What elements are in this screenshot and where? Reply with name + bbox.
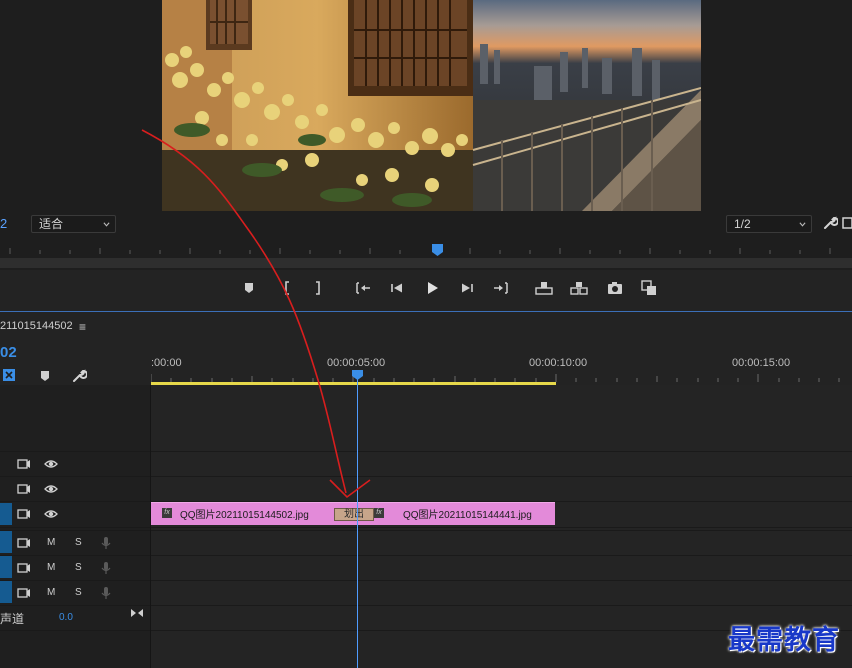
video-track-3-eye-icon[interactable] xyxy=(44,457,58,471)
monitor-left-label: 2 xyxy=(0,216,8,231)
timeline-timecode[interactable]: 02 xyxy=(0,344,17,361)
video-clip-1[interactable]: fx QQ图片20211015144502.jpg xyxy=(151,502,357,525)
resolution-select-value: 1/2 xyxy=(734,217,751,231)
monitor-time-ruler[interactable] xyxy=(0,240,852,260)
comparison-view-icon xyxy=(641,280,656,295)
track-divider xyxy=(0,630,852,631)
audio-track-2-mic-icon[interactable] xyxy=(99,561,113,575)
comparison-view-button[interactable] xyxy=(640,279,658,297)
mark-in-button[interactable] xyxy=(278,279,296,297)
clip-name: QQ图片20211015144441.jpg xyxy=(403,510,532,521)
go-to-in-icon xyxy=(356,282,370,294)
audio-track-3-target[interactable] xyxy=(0,581,12,603)
audio-track-1-mic-icon[interactable] xyxy=(99,536,113,550)
monitor-extra-icon[interactable] xyxy=(842,215,852,231)
audio-track-2-sync-icon[interactable] xyxy=(17,561,31,575)
go-to-out-button[interactable] xyxy=(492,279,510,297)
program-monitor: 2 适合 1/2 xyxy=(0,0,852,270)
video-track-3-sync-icon[interactable] xyxy=(17,457,31,471)
snap-icon xyxy=(3,369,15,381)
master-track-label: 声道 xyxy=(0,612,25,626)
playhead-handle[interactable] xyxy=(352,370,363,380)
chevron-down-icon xyxy=(103,222,110,227)
audio-track-1-solo-button[interactable]: S xyxy=(75,537,82,548)
monitor-settings-wrench-icon[interactable] xyxy=(822,215,838,231)
marker-icon xyxy=(41,371,49,381)
video-clip-2[interactable]: fx QQ图片20211015144441.jpg xyxy=(357,502,555,525)
audio-track-1-mute-button[interactable]: M xyxy=(47,537,55,548)
audio-track-3-solo-button[interactable]: S xyxy=(75,587,82,598)
track-divider xyxy=(0,476,852,477)
track-divider xyxy=(0,605,852,606)
watermark-logo: 最需教育 xyxy=(728,625,840,656)
header-separator xyxy=(150,385,151,668)
audio-track-2-solo-button[interactable]: S xyxy=(75,562,82,573)
master-volume-value[interactable]: 0.0 xyxy=(59,612,73,623)
clip-name: QQ图片20211015144502.jpg xyxy=(180,510,309,521)
timeline-settings-button[interactable] xyxy=(71,368,87,384)
video-track-2-eye-icon[interactable] xyxy=(44,482,58,496)
track-divider xyxy=(0,451,852,452)
video-track-1-sync-icon[interactable] xyxy=(17,507,31,521)
video-track-1-eye-icon[interactable] xyxy=(44,507,58,521)
lift-button[interactable] xyxy=(535,279,553,297)
master-go-to-ends-icon[interactable] xyxy=(130,606,144,620)
audio-track-1-sync-icon[interactable] xyxy=(17,536,31,550)
mark-out-icon xyxy=(316,281,320,295)
extract-icon xyxy=(570,282,588,295)
lift-icon xyxy=(535,282,553,295)
mark-in-icon xyxy=(285,281,289,295)
step-back-icon xyxy=(391,283,402,293)
step-forward-icon xyxy=(462,283,473,293)
export-frame-button[interactable] xyxy=(606,279,624,297)
audio-track-3-mic-icon[interactable] xyxy=(99,586,113,600)
camera-icon xyxy=(608,282,622,294)
go-to-out-icon xyxy=(494,282,508,294)
track-divider xyxy=(0,580,852,581)
play-button[interactable] xyxy=(423,279,441,297)
snap-button[interactable] xyxy=(2,367,18,383)
add-marker-icon xyxy=(245,283,253,293)
wrench-icon xyxy=(73,369,87,382)
audio-track-2-mute-button[interactable]: M xyxy=(47,562,55,573)
timeline-time-ruler[interactable] xyxy=(151,350,852,385)
audio-track-3-sync-icon[interactable] xyxy=(17,586,31,600)
timeline-add-marker-button[interactable] xyxy=(37,368,53,384)
sequence-menu-icon[interactable]: ≡ xyxy=(79,320,86,334)
zoom-select-value: 适合 xyxy=(39,217,64,231)
step-forward-button[interactable] xyxy=(458,279,476,297)
mark-out-button[interactable] xyxy=(309,279,327,297)
program-preview-image xyxy=(162,0,701,211)
track-divider xyxy=(0,555,852,556)
transition-effect[interactable]: 划出 xyxy=(334,508,374,521)
add-marker-button[interactable] xyxy=(240,279,258,297)
video-track-1-target[interactable] xyxy=(0,503,12,525)
zoom-select[interactable]: 适合 xyxy=(31,215,116,233)
chevron-down-icon xyxy=(799,222,806,227)
monitor-zoom-bar[interactable] xyxy=(0,258,852,268)
video-track-2-sync-icon[interactable] xyxy=(17,482,31,496)
play-icon xyxy=(428,282,438,294)
sequence-tab-name[interactable]: 211015144502 xyxy=(0,320,73,332)
audio-track-3-mute-button[interactable]: M xyxy=(47,587,55,598)
go-to-in-button[interactable] xyxy=(354,279,372,297)
audio-track-1-target[interactable] xyxy=(0,531,12,553)
playhead-line xyxy=(357,376,358,668)
audio-track-2-target[interactable] xyxy=(0,556,12,578)
track-divider xyxy=(0,527,852,528)
resolution-select[interactable]: 1/2 xyxy=(726,215,812,233)
track-divider xyxy=(0,530,852,531)
monitor-playhead[interactable] xyxy=(432,244,443,256)
clip-fx-badge: fx xyxy=(374,508,384,518)
step-back-button[interactable] xyxy=(388,279,406,297)
clip-fx-badge: fx xyxy=(162,508,172,518)
extract-button[interactable] xyxy=(570,279,588,297)
